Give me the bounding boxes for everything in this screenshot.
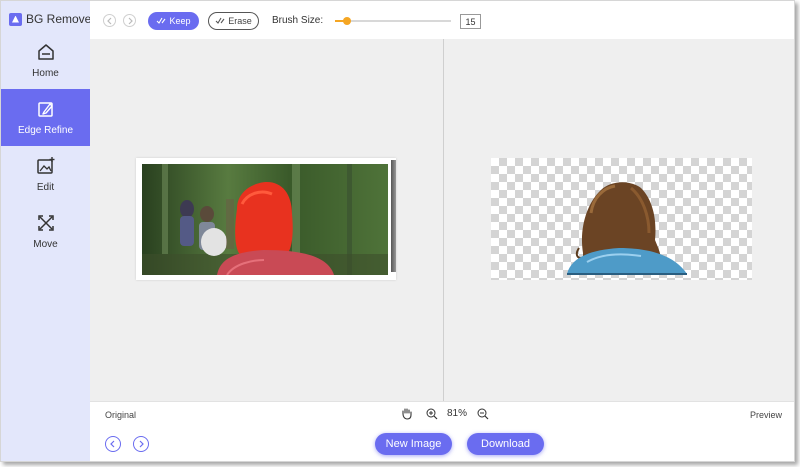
preview-cutout-art [567, 182, 687, 275]
sidebar-item-label: Edit [36, 182, 55, 193]
app-brand: BG Remover [9, 12, 95, 26]
brush-erase-icon [215, 17, 225, 24]
sidebar-item-label: Move [33, 239, 58, 250]
preview-image [491, 158, 752, 280]
brush-size-slider[interactable] [335, 17, 451, 25]
zoom-level: 81% [447, 408, 468, 419]
next-button[interactable] [133, 436, 149, 452]
preview-label: Preview [749, 410, 782, 420]
erase-label: Erase [228, 16, 252, 26]
original-image-frame [136, 158, 396, 280]
toolbar: Keep Erase Brush Size: 15 [90, 1, 794, 39]
sidebar: BG Remover Home Edge Refine Edit Move [1, 1, 95, 461]
erase-brush-button[interactable]: Erase [208, 12, 259, 30]
new-image-button[interactable]: New Image [375, 433, 452, 455]
brush-check-icon [157, 17, 166, 24]
original-image [142, 164, 388, 275]
zoom-out-icon[interactable] [477, 408, 489, 420]
brush-size-value[interactable]: 15 [460, 14, 481, 29]
keep-label: Keep [169, 16, 191, 26]
app-title: BG Remover [26, 12, 96, 26]
home-icon [37, 44, 54, 60]
sidebar-item-label: Edge Refine [17, 125, 74, 136]
redo-button[interactable] [123, 14, 136, 27]
sidebar-item-edit[interactable]: Edit [1, 146, 90, 203]
undo-button[interactable] [103, 14, 116, 27]
sidebar-item-home[interactable]: Home [1, 32, 90, 89]
download-button[interactable]: Download [467, 433, 544, 455]
previous-button[interactable] [105, 436, 121, 452]
split-divider [443, 39, 444, 401]
sidebar-item-edge-refine[interactable]: Edge Refine [1, 89, 90, 146]
move-icon [37, 215, 54, 231]
brush-size-slider-handle[interactable] [342, 17, 351, 25]
sidebar-item-move[interactable]: Move [1, 203, 90, 260]
sidebar-item-label: Home [32, 68, 59, 79]
app-logo-icon [9, 12, 22, 26]
original-label: Original [105, 410, 137, 420]
sidebar-nav: Home Edge Refine Edit Move [1, 32, 90, 260]
chevron-right-icon [139, 440, 144, 448]
hand-icon[interactable] [400, 407, 413, 420]
original-image-edge [391, 160, 396, 272]
status-bar: Original 81% Preview [90, 401, 794, 425]
footer: New Image Download [90, 425, 794, 461]
app-window: BG Remover Home Edge Refine Edit Move Ke… [0, 0, 795, 462]
redo-icon [128, 17, 133, 24]
edit-image-icon [36, 157, 54, 174]
brush-size-label: Brush Size: [272, 15, 324, 26]
edge-refine-icon [37, 102, 53, 117]
undo-icon [106, 17, 111, 24]
keep-brush-button[interactable]: Keep [148, 12, 199, 30]
zoom-in-icon[interactable] [426, 408, 438, 420]
chevron-left-icon [110, 440, 115, 448]
original-photo-art [142, 164, 388, 275]
canvas-area [90, 39, 794, 401]
